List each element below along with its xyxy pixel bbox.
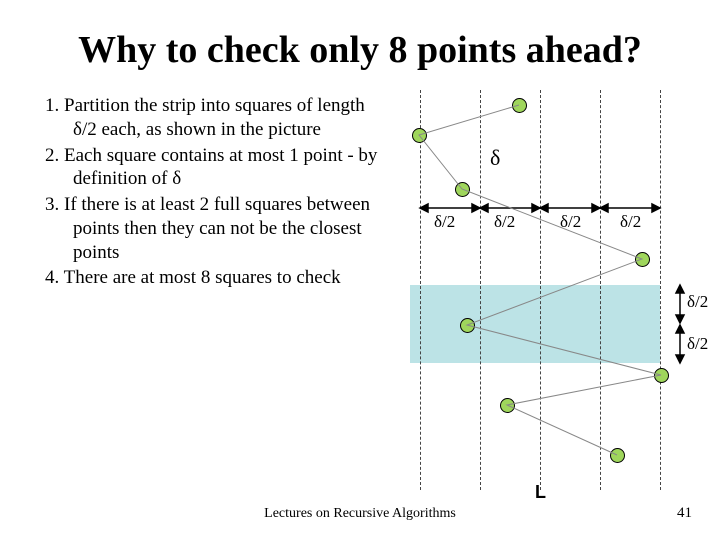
item-4: 4. There are at most 8 squares to check: [28, 266, 388, 290]
item-3: 3. If there is at least 2 full squares b…: [28, 193, 388, 264]
page-number: 41: [677, 505, 692, 522]
item-2: 2. Each square contains at most 1 point …: [28, 144, 388, 192]
strip-diagram: δ δ/2 δ/2 δ/2 δ/2 δ/2 δ/2: [400, 90, 700, 490]
footer-text: Lectures on Recursive Algorithms: [0, 506, 720, 522]
L-label: L: [535, 482, 546, 503]
page-title: Why to check only 8 points ahead?: [28, 28, 692, 72]
text-column: 1. Partition the strip into squares of l…: [28, 94, 388, 292]
item-1: 1. Partition the strip into squares of l…: [28, 94, 388, 142]
